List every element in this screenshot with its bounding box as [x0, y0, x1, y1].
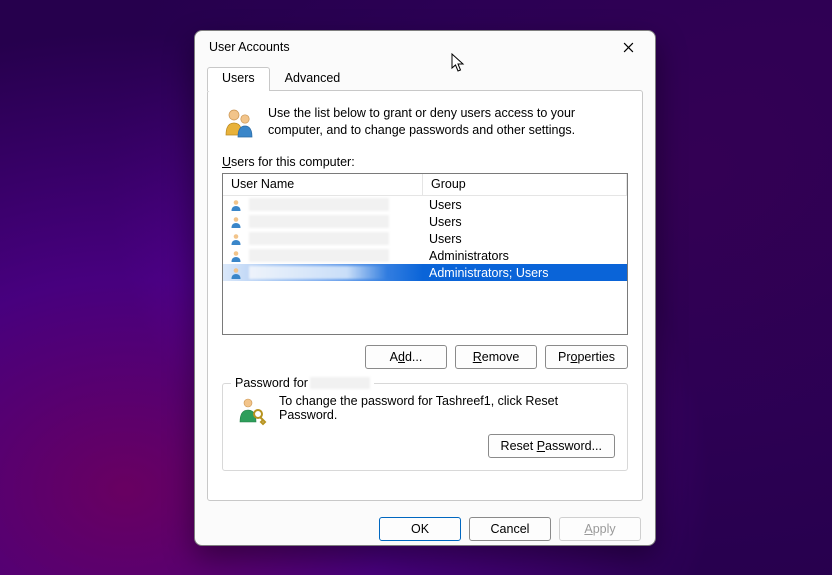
- desktop-background: User Accounts Users Advanced: [0, 0, 832, 575]
- user-icon: [229, 215, 243, 229]
- users-listview[interactable]: User Name Group Users Users: [222, 173, 628, 335]
- remove-button[interactable]: Remove: [455, 345, 537, 369]
- list-buttons-row: Add... Remove Properties: [222, 345, 628, 369]
- cell-group: Users: [423, 213, 627, 230]
- column-header-group[interactable]: Group: [423, 174, 627, 195]
- user-icon: [229, 249, 243, 263]
- password-legend: Password for: [231, 376, 374, 390]
- list-item-selected[interactable]: Administrators; Users: [223, 264, 627, 281]
- close-button[interactable]: [609, 33, 647, 61]
- user-icon: [229, 198, 243, 212]
- list-item[interactable]: Users: [223, 213, 627, 230]
- tab-users-label: Users: [222, 71, 255, 85]
- titlebar: User Accounts: [195, 31, 655, 63]
- list-item[interactable]: Administrators: [223, 247, 627, 264]
- users-list-label: Users for this computer:: [222, 155, 628, 169]
- tab-strip: Users Advanced: [207, 67, 643, 91]
- cell-group: Administrators: [423, 247, 627, 264]
- cell-group: Users: [423, 230, 627, 247]
- ok-button[interactable]: OK: [379, 517, 461, 541]
- redacted-username: [249, 198, 389, 211]
- users-icon: [222, 105, 256, 139]
- listview-header: User Name Group: [223, 174, 627, 196]
- redacted-username: [310, 377, 370, 389]
- password-groupbox: Password for To change the p: [222, 383, 628, 471]
- user-icon: [229, 232, 243, 246]
- client-area: Users Advanced Use the list below to gra…: [195, 63, 655, 509]
- redacted-username: [249, 266, 389, 279]
- apply-button: Apply: [559, 517, 641, 541]
- dialog-footer: OK Cancel Apply: [195, 509, 655, 545]
- redacted-username: [249, 232, 389, 245]
- tab-advanced-label: Advanced: [285, 71, 341, 85]
- user-accounts-dialog: User Accounts Users Advanced: [194, 30, 656, 546]
- listview-rows: Users Users Users Administrators: [223, 196, 627, 334]
- tab-advanced[interactable]: Advanced: [270, 67, 356, 91]
- add-button[interactable]: Add...: [365, 345, 447, 369]
- cell-group: Administrators; Users: [423, 264, 627, 281]
- user-icon: [229, 266, 243, 280]
- redacted-username: [249, 249, 389, 262]
- list-item[interactable]: Users: [223, 230, 627, 247]
- info-row: Use the list below to grant or deny user…: [222, 101, 628, 149]
- close-icon: [623, 42, 634, 53]
- password-text: To change the password for Tashreef1, cl…: [279, 394, 615, 422]
- column-header-username[interactable]: User Name: [223, 174, 423, 195]
- properties-button[interactable]: Properties: [545, 345, 628, 369]
- cancel-button[interactable]: Cancel: [469, 517, 551, 541]
- reset-password-button[interactable]: Reset Password...: [488, 434, 615, 458]
- window-title: User Accounts: [209, 40, 609, 54]
- redacted-username: [249, 215, 389, 228]
- tab-users[interactable]: Users: [207, 67, 270, 91]
- key-user-icon: [235, 394, 267, 426]
- cell-group: Users: [423, 196, 627, 213]
- list-item[interactable]: Users: [223, 196, 627, 213]
- tab-panel-users: Use the list below to grant or deny user…: [207, 90, 643, 501]
- info-text: Use the list below to grant or deny user…: [268, 105, 628, 139]
